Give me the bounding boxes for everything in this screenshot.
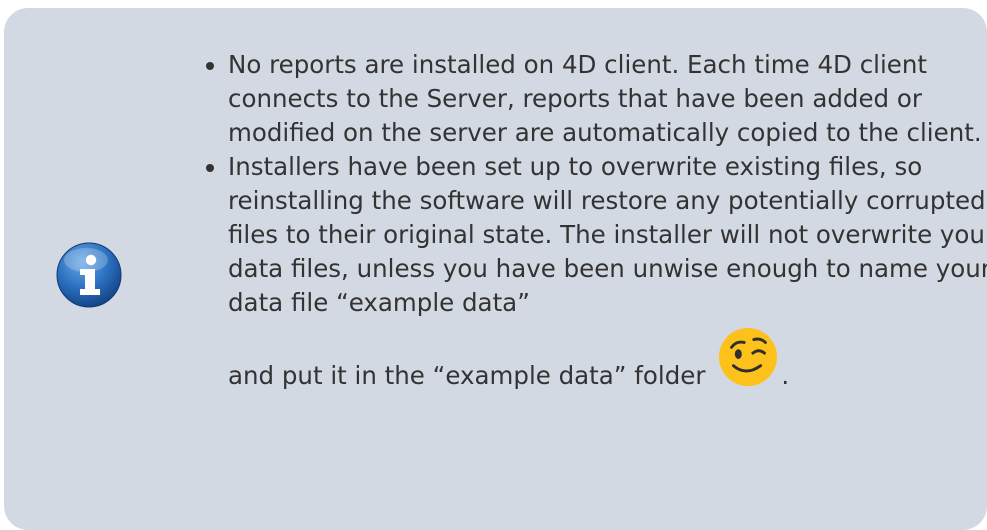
list-item: Installers have been set up to overwrite… — [228, 150, 987, 393]
trailing-period: . — [781, 361, 790, 390]
info-icon — [56, 242, 122, 308]
list-item-text: No reports are installed on 4D client. E… — [228, 50, 982, 147]
list-item-last-line: and put it in the “example data” folder … — [228, 326, 987, 393]
list-item: No reports are installed on 4D client. E… — [228, 48, 987, 150]
list-item-text-end: and put it in the “example data” folder — [228, 361, 706, 390]
winking-face-emoji-icon — [719, 327, 778, 387]
info-note-box: No reports are installed on 4D client. E… — [4, 8, 987, 530]
list-item-text: Installers have been set up to overwrite… — [228, 152, 987, 317]
note-list: No reports are installed on 4D client. E… — [208, 48, 987, 393]
